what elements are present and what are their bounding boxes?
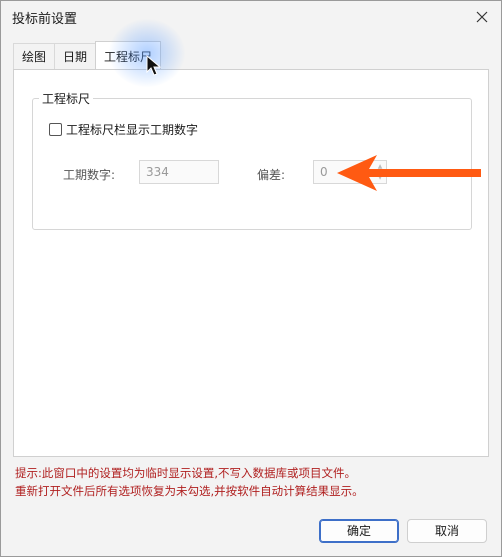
mouse-cursor-icon [146,55,162,76]
offset-label: 偏差: [257,168,286,182]
group-title: 工程标尺 [39,90,94,107]
cancel-button[interactable]: 取消 [407,519,487,543]
show-duration-checkbox-row[interactable]: 工程标尺栏显示工期数字 [49,121,198,138]
show-duration-checkbox[interactable] [49,123,62,136]
duration-label: 工期数字: [63,168,116,182]
title-bar: 投标前设置 [1,1,501,33]
tab-panel: 工程标尺 工程标尺栏显示工期数字 工期数字: 334 偏差: 0 ▲ ▼ [13,69,489,457]
settings-dialog: 投标前设置 绘图 日期 工程标尺 工程标尺 工程标尺栏显示工期数字 工期数字: … [0,0,502,557]
annotation-arrow-icon [337,155,481,191]
tab-drawing[interactable]: 绘图 [13,43,56,69]
offset-value: 0 [320,165,328,179]
tab-date[interactable]: 日期 [54,43,97,69]
close-icon [476,11,488,23]
hint-line-1: 提示:此窗口中的设置均为临时显示设置,不写入数据库或项目文件。 [15,466,357,480]
close-button[interactable] [467,3,497,31]
tab-strip: 绘图 日期 工程标尺 [13,41,162,69]
window-title: 投标前设置 [12,12,78,27]
hint-line-2: 重新打开文件后所有选项恢复为未勾选,并按软件自动计算结果显示。 [15,484,364,498]
duration-input[interactable]: 334 [139,160,219,184]
ok-button[interactable]: 确定 [319,519,399,543]
checkbox-label: 工程标尺栏显示工期数字 [66,123,199,137]
hint-text: 提示:此窗口中的设置均为临时显示设置,不写入数据库或项目文件。 重新打开文件后所… [15,464,364,500]
